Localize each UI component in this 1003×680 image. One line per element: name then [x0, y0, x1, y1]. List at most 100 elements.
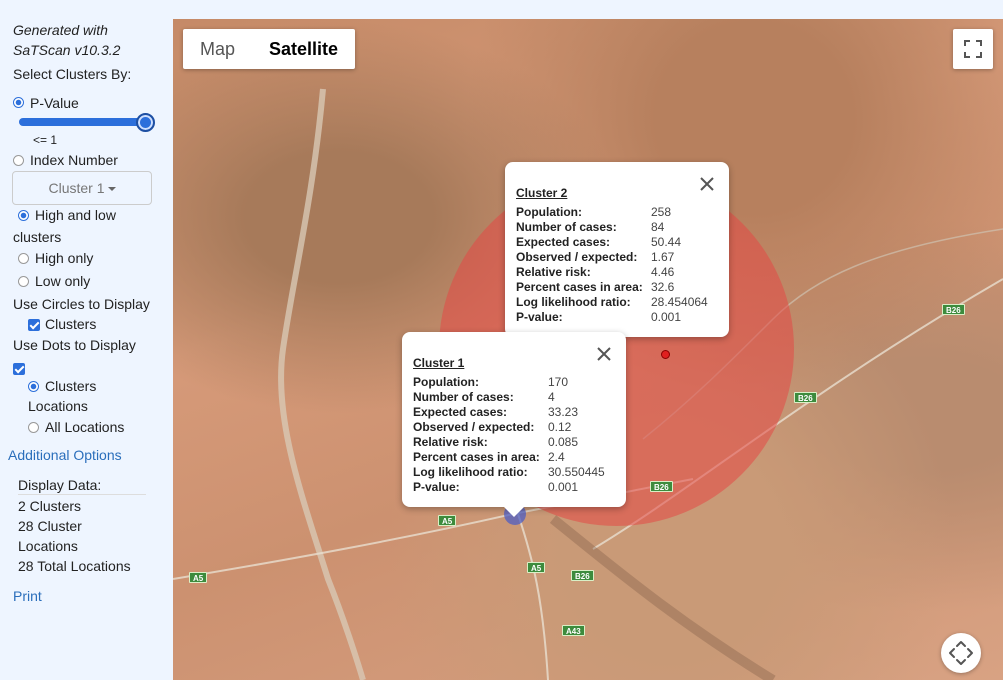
close-icon[interactable] — [596, 346, 612, 362]
popup-key: Expected cases: — [516, 235, 611, 249]
map-type-control: Map Satellite — [183, 29, 356, 69]
popup-row: Population: 170 — [413, 375, 616, 390]
popup-row: Number of cases: 84 — [516, 220, 719, 235]
popup-key: Observed / expected: — [413, 420, 535, 434]
popup-key: P-value: — [413, 480, 460, 494]
popup-value: 4.46 — [651, 265, 675, 279]
popup-row: Log likelihood ratio: 28.454064 — [516, 295, 719, 310]
popup-key: Observed / expected: — [516, 250, 638, 264]
road-a43-line — [517, 513, 549, 680]
popup-key: Number of cases: — [516, 220, 617, 234]
cluster-select-dropdown[interactable]: Cluster 1 — [12, 171, 152, 205]
slider-value-label: <= 1 — [33, 133, 58, 147]
road-shield: B26 — [571, 570, 594, 581]
cluster-1-title: Cluster 1 — [413, 356, 465, 370]
generated-with-label: Generated with SaTScan v10.3.2 — [13, 20, 120, 60]
additional-options-link[interactable]: Additional Options — [8, 447, 122, 463]
display-data-divider — [18, 494, 146, 495]
high-only-label: High only — [35, 250, 94, 266]
map-type-satellite-button[interactable]: Satellite — [252, 29, 355, 69]
cluster-select-value: Cluster 1 — [48, 180, 105, 196]
popup-value: 258 — [651, 205, 672, 219]
pvalue-slider-handle[interactable] — [136, 113, 155, 132]
popup-row: Percent cases in area: 2.4 — [413, 450, 616, 465]
popup-value: 28.454064 — [651, 295, 708, 309]
popup-value: 0.12 — [548, 420, 572, 434]
print-link[interactable]: Print — [13, 588, 42, 604]
popup-key: Relative risk: — [413, 435, 488, 449]
riverbed-line — [278, 88, 366, 680]
high-only-radio[interactable] — [18, 253, 29, 264]
popup-value: 0.001 — [651, 310, 682, 324]
caret-down-icon — [107, 187, 116, 192]
popup-value: 2.4 — [548, 450, 565, 464]
generated-line-1: Generated with — [13, 22, 108, 38]
popup-value: 4 — [548, 390, 555, 404]
dots-all-locations-radio[interactable] — [28, 422, 39, 433]
high-low-label-2: clusters — [13, 229, 62, 245]
cluster-location-dot[interactable] — [661, 350, 670, 359]
popup-value: 1.67 — [651, 250, 675, 264]
popup-value: 30.550445 — [548, 465, 605, 479]
generated-line-2: SaTScan v10.3.2 — [13, 42, 121, 58]
popup-key: Expected cases: — [413, 405, 508, 419]
popup-row: Expected cases: 50.44 — [516, 235, 719, 250]
dots-cluster-locations-label-1: Clusters — [45, 378, 97, 394]
dots-all-locations-label: All Locations — [45, 419, 125, 435]
popup-value: 33.23 — [548, 405, 579, 419]
high-low-label-1: High and low — [35, 207, 116, 223]
pvalue-slider-track[interactable] — [19, 118, 147, 126]
popup-key: Percent cases in area: — [516, 280, 643, 294]
circles-heading: Use Circles to Display — [13, 296, 150, 312]
select-clusters-by-label: Select Clusters By: — [13, 66, 132, 82]
popup-key: Relative risk: — [516, 265, 591, 279]
pvalue-label: P-Value — [30, 95, 79, 111]
low-only-radio[interactable] — [18, 276, 29, 287]
popup-value: 170 — [548, 375, 569, 389]
high-low-radio[interactable] — [18, 210, 29, 221]
popup-row: Percent cases in area: 32.6 — [516, 280, 719, 295]
popup-row: Number of cases: 4 — [413, 390, 616, 405]
road-shield: A43 — [562, 625, 585, 636]
satellite-map[interactable]: B26 B26 B26 B26 A5 A5 A5 A43 Map Satelli… — [173, 19, 1003, 680]
dots-cluster-locations-radio[interactable] — [28, 381, 39, 392]
dots-checkbox[interactable] — [13, 363, 25, 375]
road-shield: A5 — [527, 562, 546, 573]
popup-key: Percent cases in area: — [413, 450, 540, 464]
map-type-map-button[interactable]: Map — [183, 29, 252, 69]
dots-cluster-locations-label-2: Locations — [28, 398, 88, 414]
popup-key: P-value: — [516, 310, 563, 324]
popup-pointer — [504, 507, 524, 517]
road-shield: A5 — [189, 572, 208, 583]
display-clusters-count: 2 Clusters — [18, 498, 82, 514]
circles-clusters-checkbox[interactable] — [28, 319, 40, 331]
road-shield: B26 — [794, 392, 817, 403]
popup-row: Observed / expected: 1.67 — [516, 250, 719, 265]
popup-row: P-value: 0.001 — [413, 480, 616, 495]
popup-key: Log likelihood ratio: — [413, 465, 528, 479]
popup-key: Log likelihood ratio: — [516, 295, 631, 309]
popup-row: Relative risk: 0.085 — [413, 435, 616, 450]
dots-heading: Use Dots to Display — [13, 337, 136, 353]
index-number-radio[interactable] — [13, 155, 24, 166]
popup-value: 50.44 — [651, 235, 682, 249]
low-only-label: Low only — [35, 273, 91, 289]
popup-row: Log likelihood ratio: 30.550445 — [413, 465, 616, 480]
popup-row: Relative risk: 4.46 — [516, 265, 719, 280]
sidebar: Generated with SaTScan v10.3.2 Select Cl… — [0, 0, 172, 680]
popup-row: Expected cases: 33.23 — [413, 405, 616, 420]
popup-key: Number of cases: — [413, 390, 514, 404]
pan-control-button[interactable] — [941, 633, 981, 673]
cluster-2-title: Cluster 2 — [516, 186, 568, 200]
popup-value: 32.6 — [651, 280, 675, 294]
circles-clusters-label: Clusters — [45, 316, 97, 332]
popup-value: 0.085 — [548, 435, 579, 449]
popup-row: Population: 258 — [516, 205, 719, 220]
close-icon[interactable] — [699, 176, 715, 192]
display-total-locations: 28 Total Locations — [18, 558, 131, 574]
fullscreen-button[interactable] — [953, 29, 993, 69]
cluster-1-popup: Cluster 1 Population: 170 Number of cases… — [402, 332, 626, 517]
road-shield: B26 — [650, 481, 673, 492]
pvalue-radio[interactable] — [13, 97, 24, 108]
popup-key: Population: — [413, 375, 479, 389]
